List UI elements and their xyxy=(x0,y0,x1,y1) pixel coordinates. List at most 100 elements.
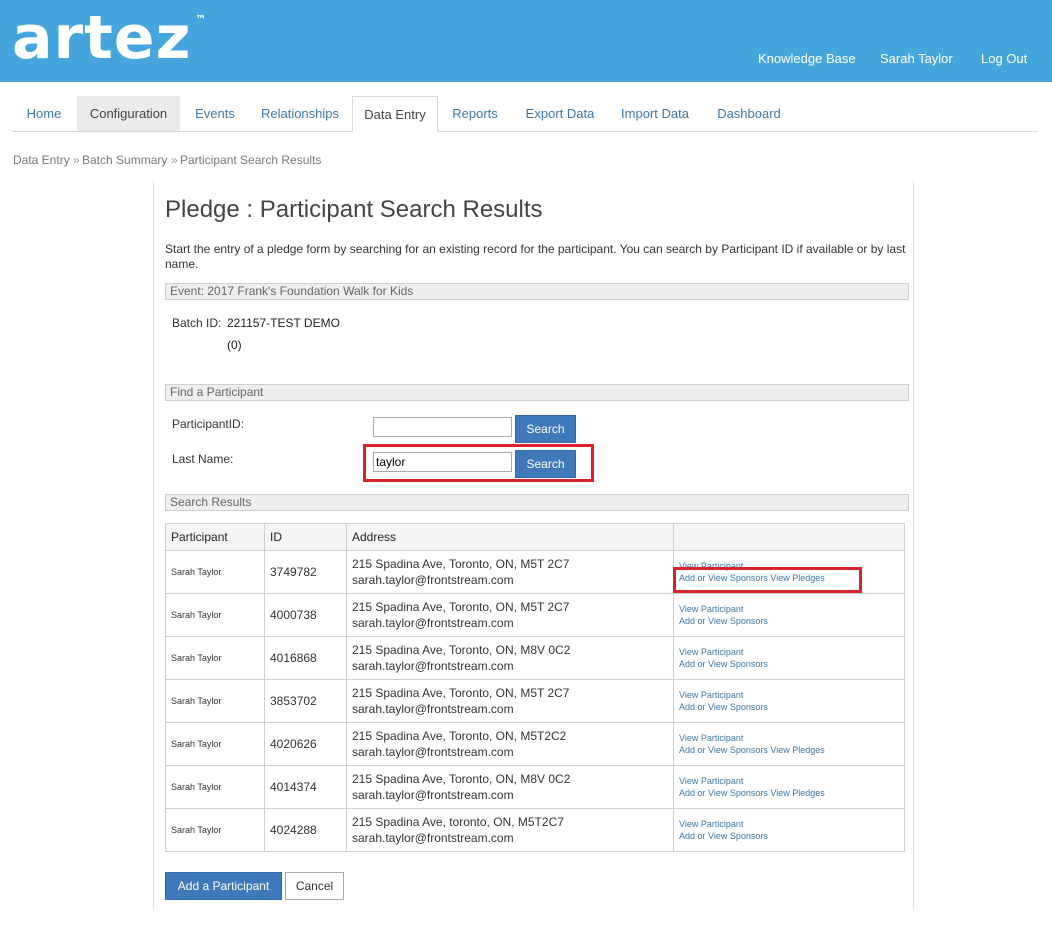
tab-reports[interactable]: Reports xyxy=(440,96,510,131)
table-row: Sarah Taylor 4016868 215 Spadina Ave, Toro… xyxy=(165,636,905,680)
participant-email: sarah.taylor@frontstream.com xyxy=(352,788,514,802)
col-header-id: ID xyxy=(264,523,347,551)
artez-logo[interactable]: artez ™ xyxy=(12,2,206,74)
view-pledges-link[interactable]: View Pledges xyxy=(770,788,824,798)
add-view-sponsors-link[interactable]: Add or View Sponsors xyxy=(679,831,768,841)
knowledge-base-link[interactable]: Knowledge Base xyxy=(758,51,856,66)
view-participant-link[interactable]: View Participant xyxy=(679,776,743,786)
participant-actions-cell: View Participant Add or View Sponsors xyxy=(673,808,905,852)
view-participant-link[interactable]: View Participant xyxy=(679,647,743,657)
main-tabs: Home Configuration Events Relationships … xyxy=(12,96,1038,132)
table-row: Sarah Taylor 4014374 215 Spadina Ave, Toro… xyxy=(165,765,905,809)
participant-address: 215 Spadina Ave, Toronto, ON, M5T2C2 xyxy=(352,729,567,743)
add-participant-button[interactable]: Add a Participant xyxy=(165,872,282,900)
participant-name: Sarah Taylor xyxy=(165,808,265,852)
page-title: Pledge : Participant Search Results xyxy=(165,196,543,223)
add-view-sponsors-link[interactable]: Add or View Sponsors xyxy=(679,659,768,669)
add-view-sponsors-link[interactable]: Add or View Sponsors xyxy=(679,616,768,626)
add-view-sponsors-link[interactable]: Add or View Sponsors xyxy=(679,745,768,755)
participant-id: 4014374 xyxy=(264,765,347,809)
results-table: Participant ID Address Sarah Taylor 37497… xyxy=(165,523,905,852)
participant-actions-cell: View Participant Add or View Sponsors xyxy=(673,636,905,680)
participant-name: Sarah Taylor xyxy=(165,722,265,766)
participant-address: 215 Spadina Ave, Toronto, ON, M8V 0C2 xyxy=(352,772,571,786)
log-out-link[interactable]: Log Out xyxy=(981,51,1027,66)
participant-address: 215 Spadina Ave, Toronto, ON, M5T 2C7 xyxy=(352,557,570,571)
view-participant-link[interactable]: View Participant xyxy=(679,733,743,743)
table-row: Sarah Taylor 3749782 215 Spadina Ave, Toro… xyxy=(165,550,905,594)
last-name-input[interactable] xyxy=(373,452,512,472)
breadcrumb-batch-summary[interactable]: Batch Summary xyxy=(82,153,167,167)
tab-dashboard[interactable]: Dashboard xyxy=(702,96,796,131)
participant-address-cell: 215 Spadina Ave, toronto, ON, M5T2C7 sara… xyxy=(346,808,674,852)
tab-home[interactable]: Home xyxy=(12,96,76,131)
logo-trademark: ™ xyxy=(195,13,208,26)
participant-address: 215 Spadina Ave, Toronto, ON, M8V 0C2 xyxy=(352,643,571,657)
participant-address: 215 Spadina Ave, Toronto, ON, M5T 2C7 xyxy=(352,686,570,700)
batch-id-value: 221157-TEST DEMO xyxy=(227,316,340,330)
participant-name: Sarah Taylor xyxy=(165,636,265,680)
tab-events[interactable]: Events xyxy=(182,96,248,131)
cancel-button[interactable]: Cancel xyxy=(285,872,344,900)
view-participant-link[interactable]: View Participant xyxy=(679,604,743,614)
participant-name: Sarah Taylor xyxy=(165,679,265,723)
view-pledges-link[interactable]: View Pledges xyxy=(770,745,824,755)
participant-address: 215 Spadina Ave, toronto, ON, M5T2C7 xyxy=(352,815,564,829)
participant-email: sarah.taylor@frontstream.com xyxy=(352,745,514,759)
participant-actions-cell: View Participant Add or View Sponsors xyxy=(673,593,905,637)
participant-id: 4000738 xyxy=(264,593,347,637)
find-participant-header: Find a Participant xyxy=(165,384,909,401)
last-name-search-button[interactable]: Search xyxy=(515,450,576,478)
tab-relationships[interactable]: Relationships xyxy=(250,96,350,131)
table-row: Sarah Taylor 4000738 215 Spadina Ave, Toro… xyxy=(165,593,905,637)
participant-address-cell: 215 Spadina Ave, Toronto, ON, M5T2C2 sara… xyxy=(346,722,674,766)
tab-data-entry[interactable]: Data Entry xyxy=(352,96,438,132)
participant-id-input[interactable] xyxy=(373,417,512,437)
participant-email: sarah.taylor@frontstream.com xyxy=(352,831,514,845)
view-participant-link[interactable]: View Participant xyxy=(679,819,743,829)
table-row: Sarah Taylor 4024288 215 Spadina Ave, toro… xyxy=(165,808,905,852)
table-row: Sarah Taylor 4020626 215 Spadina Ave, Toro… xyxy=(165,722,905,766)
batch-count: (0) xyxy=(227,338,242,352)
breadcrumb-data-entry[interactable]: Data Entry xyxy=(13,153,70,167)
participant-address-cell: 215 Spadina Ave, Toronto, ON, M5T 2C7 sar… xyxy=(346,679,674,723)
table-row: Sarah Taylor 3853702 215 Spadina Ave, Toro… xyxy=(165,679,905,723)
participant-email: sarah.taylor@frontstream.com xyxy=(352,702,514,716)
participant-id: 4016868 xyxy=(264,636,347,680)
participant-address-cell: 215 Spadina Ave, Toronto, ON, M5T 2C7 sar… xyxy=(346,550,674,594)
intro-text: Start the entry of a pledge form by sear… xyxy=(165,242,906,271)
view-participant-link[interactable]: View Participant xyxy=(679,561,743,571)
search-results-header: Search Results xyxy=(165,494,909,511)
col-header-address: Address xyxy=(346,523,674,551)
participant-actions-cell: View Participant Add or View Sponsors Vie… xyxy=(673,722,905,766)
participant-email: sarah.taylor@frontstream.com xyxy=(352,659,514,673)
table-header-row: Participant ID Address xyxy=(165,523,905,551)
add-view-sponsors-link[interactable]: Add or View Sponsors xyxy=(679,788,768,798)
participant-email: sarah.taylor@frontstream.com xyxy=(352,616,514,630)
participant-id: 4020626 xyxy=(264,722,347,766)
participant-name: Sarah Taylor xyxy=(165,593,265,637)
logo-text: artez xyxy=(12,3,192,73)
participant-id: 3853702 xyxy=(264,679,347,723)
tab-configuration[interactable]: Configuration xyxy=(77,96,180,131)
breadcrumb-separator: » xyxy=(73,153,80,167)
add-view-sponsors-link[interactable]: Add or View Sponsors xyxy=(679,573,768,583)
participant-address-cell: 215 Spadina Ave, Toronto, ON, M8V 0C2 sar… xyxy=(346,636,674,680)
view-pledges-link[interactable]: View Pledges xyxy=(770,573,824,583)
tab-export-data[interactable]: Export Data xyxy=(512,96,608,131)
breadcrumb-current: Participant Search Results xyxy=(180,153,322,167)
participant-id-search-button[interactable]: Search xyxy=(515,415,576,443)
add-view-sponsors-link[interactable]: Add or View Sponsors xyxy=(679,702,768,712)
col-header-participant: Participant xyxy=(165,523,265,551)
view-participant-link[interactable]: View Participant xyxy=(679,690,743,700)
participant-actions-cell: View Participant Add or View Sponsors Vie… xyxy=(673,550,905,594)
participant-actions-cell: View Participant Add or View Sponsors xyxy=(673,679,905,723)
participant-name: Sarah Taylor xyxy=(165,550,265,594)
participant-name: Sarah Taylor xyxy=(165,765,265,809)
batch-id-label: Batch ID: xyxy=(172,316,222,330)
user-name-link[interactable]: Sarah Taylor xyxy=(880,51,953,66)
event-header: Event: 2017 Frank's Foundation Walk for … xyxy=(165,283,909,300)
col-header-actions xyxy=(673,523,905,551)
participant-id: 4024288 xyxy=(264,808,347,852)
tab-import-data[interactable]: Import Data xyxy=(610,96,700,131)
